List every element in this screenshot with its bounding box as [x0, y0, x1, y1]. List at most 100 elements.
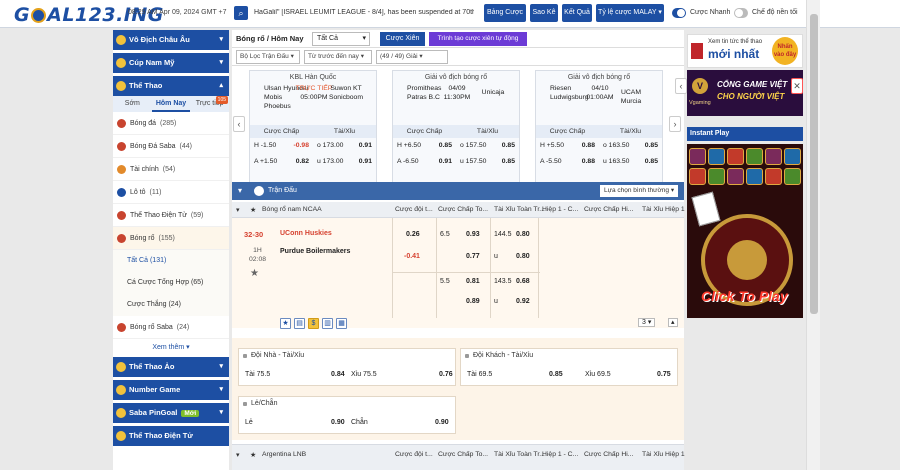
odds-cell[interactable]: 0.68: [516, 278, 530, 285]
sidebar-header-euro[interactable]: Vô Địch Châu Âu ▾: [113, 30, 229, 50]
sidebar-header-saba-pingoal[interactable]: Saba PinGoal Mới ▾: [113, 403, 229, 423]
chevron-left-icon[interactable]: ‹: [233, 116, 245, 132]
dark-mode-toggle[interactable]: [734, 8, 748, 18]
news-banner[interactable]: Xem tin tức thể thao mới nhất Nhấn vào đ…: [687, 34, 803, 68]
slot-game-icon[interactable]: [746, 148, 763, 165]
calendar-icon[interactable]: ▦: [336, 318, 347, 329]
odds-cell[interactable]: -0.41: [404, 253, 420, 260]
slot-game-icon[interactable]: [765, 168, 782, 185]
pin-icon[interactable]: ★: [280, 318, 291, 329]
stats-icon[interactable]: ▤: [294, 318, 305, 329]
tab-early[interactable]: Sớm: [113, 96, 152, 112]
odds-cell[interactable]: u: [494, 298, 498, 305]
sidebar-item-finance[interactable]: Tài chính (54): [113, 158, 229, 181]
odds-cell[interactable]: u: [494, 253, 498, 260]
casino-banner[interactable]: Click To Play: [687, 144, 803, 318]
sidebar-header-sports[interactable]: Thể Thao ▴: [113, 76, 229, 96]
sidebar-header-virtual[interactable]: Thể Thao Ảo ▾: [113, 357, 229, 377]
odds-cell[interactable]: 0.75: [657, 371, 671, 378]
sidebar-item-lotto[interactable]: Lô tô (11): [113, 181, 229, 204]
sidebar-sub-mix-parlay[interactable]: Cá Cược Tổng Hợp (65): [113, 272, 229, 294]
results-button[interactable]: Kết Quả: [562, 4, 592, 22]
home-ou-market: Đội Nhà - Tài/Xỉu Tài 75.5 0.84 Xỉu 75.5…: [238, 348, 456, 386]
odds-cell[interactable]: 0.85: [549, 371, 563, 378]
odds-cell[interactable]: 143.5: [494, 278, 512, 285]
quick-bet-label: Cược Nhanh: [690, 9, 731, 16]
away-ou-market: Đội Khách - Tài/Xỉu Tài 69.5 0.85 Xỉu 69…: [460, 348, 678, 386]
coin-icon[interactable]: $: [308, 318, 319, 329]
sidebar-item-soccer[interactable]: Bóng đá (285): [113, 112, 229, 135]
sort-select[interactable]: Lựa chọn bình thường ▾: [600, 185, 678, 197]
odds-cell[interactable]: 6.5: [440, 231, 450, 238]
auto-parlay-button[interactable]: Trình tạo cược xiên tự động: [429, 32, 527, 46]
tab-today[interactable]: Hôm Nay: [151, 96, 191, 112]
scrollbar-thumb[interactable]: [810, 14, 818, 314]
time-filter-select[interactable]: Từ trước đến nay ▾: [304, 50, 372, 64]
odds-cell[interactable]: 0.26: [406, 231, 420, 238]
sidebar-item-basketball[interactable]: Bóng rổ (155): [113, 227, 229, 250]
show-more-link[interactable]: Xem thêm ▾: [113, 339, 229, 357]
sidebar-header-copa[interactable]: Cúp Nam Mỹ ▾: [113, 53, 229, 73]
search-icon[interactable]: ⌕: [234, 6, 248, 20]
sidebar-sub-outright[interactable]: Cược Thắng (24): [113, 294, 229, 316]
odds-cell[interactable]: 0.92: [516, 298, 530, 305]
parlay-button[interactable]: Cược Xiên: [380, 32, 425, 46]
chevron-right-icon[interactable]: ›: [669, 116, 681, 132]
close-icon[interactable]: ✕: [791, 78, 803, 94]
sidebar-header-esports[interactable]: Thể Thao Điện Tử: [113, 426, 229, 446]
sidebar-sub-all[interactable]: Tất Cả (131): [113, 250, 229, 272]
statement-button[interactable]: Sao Kê: [530, 4, 558, 22]
grid-line: [436, 218, 437, 318]
tab-live[interactable]: Trực tiếp 105: [190, 96, 229, 112]
page-scrollbar[interactable]: [806, 0, 820, 470]
slot-game-icon[interactable]: [765, 148, 782, 165]
slot-game-icon[interactable]: [784, 148, 801, 165]
odds-cell[interactable]: 0.81: [466, 278, 480, 285]
filter-select[interactable]: Tất Cả ▾: [312, 32, 370, 46]
away-team[interactable]: Purdue Boilermakers: [280, 248, 350, 255]
league-header-ncaa[interactable]: ▾ ★ Bóng rổ nam NCAA Cược đội t... Cược …: [232, 202, 685, 218]
slot-game-icon[interactable]: [689, 168, 706, 185]
sidebar-header-number-game[interactable]: Number Game ▾: [113, 380, 229, 400]
odds-cell[interactable]: 0.76: [439, 371, 453, 378]
odds-cell[interactable]: 0.93: [466, 231, 480, 238]
odds-cell[interactable]: 0.80: [516, 231, 530, 238]
odds-cell[interactable]: 0.90: [331, 419, 345, 426]
star-icon[interactable]: ★: [250, 451, 256, 459]
league-header-argentina[interactable]: ▾ ★ Argentina LNB Cược đội t... Cược Chấ…: [232, 444, 685, 470]
odds-cell[interactable]: 0.90: [435, 419, 449, 426]
star-icon[interactable]: ★: [250, 206, 256, 214]
home-team[interactable]: UConn Huskies: [280, 230, 332, 237]
odds-cell[interactable]: 0.89: [466, 298, 480, 305]
featured-card[interactable]: KBL Hàn Quốc Ulsan Hyundai Mobis Phoebus…: [249, 70, 377, 198]
slot-game-icon[interactable]: [727, 148, 744, 165]
featured-card[interactable]: Giải vô địch bóng rổ Riesen Ludwigsburg …: [535, 70, 663, 198]
slot-game-icon[interactable]: [708, 148, 725, 165]
league-count-select[interactable]: (49 / 49) Giải ▾: [376, 50, 448, 64]
odds-cell[interactable]: 144.5: [494, 231, 512, 238]
match-filter-select[interactable]: Bộ Lọc Trận Đấu ▾: [236, 50, 300, 64]
sidebar-item-saba-soccer[interactable]: Bóng Đá Saba (44): [113, 135, 229, 158]
sidebar-item-esports[interactable]: Thể Thao Điện Tử (59): [113, 204, 229, 227]
collapse-icon[interactable]: ▾: [238, 186, 242, 195]
chevron-left-icon[interactable]: ‹: [675, 78, 687, 94]
chart-icon[interactable]: ▥: [322, 318, 333, 329]
sidebar-item-saba-basketball[interactable]: Bóng rổ Saba (24): [113, 316, 229, 339]
bet-list-button[interactable]: Bảng Cược: [484, 4, 526, 22]
odds-cell[interactable]: 0.77: [466, 253, 480, 260]
slot-game-icon[interactable]: [689, 148, 706, 165]
slot-game-icon[interactable]: [727, 168, 744, 185]
odds-cell[interactable]: 0.84: [331, 371, 345, 378]
quick-bet-toggle[interactable]: [672, 8, 686, 18]
favorite-star-icon[interactable]: ★: [250, 268, 259, 279]
vgaming-banner[interactable]: V Vgaming CỔNG GAME VIỆT CHO NGƯỜI VIỆT: [687, 70, 803, 116]
slot-game-icon[interactable]: [708, 168, 725, 185]
slot-game-icon[interactable]: [746, 168, 763, 185]
page-select[interactable]: 3 ▾: [638, 318, 656, 327]
slot-game-icon[interactable]: [784, 168, 801, 185]
collapse-icon[interactable]: ▴: [668, 318, 678, 327]
featured-card[interactable]: Giải vô địch bóng rổ Promitheas Patras B…: [392, 70, 520, 198]
odds-cell[interactable]: 0.80: [516, 253, 530, 260]
odds-cell[interactable]: 5.5: [440, 278, 450, 285]
odds-type-select[interactable]: Tỷ lệ cược MALAY ▾: [596, 4, 664, 22]
